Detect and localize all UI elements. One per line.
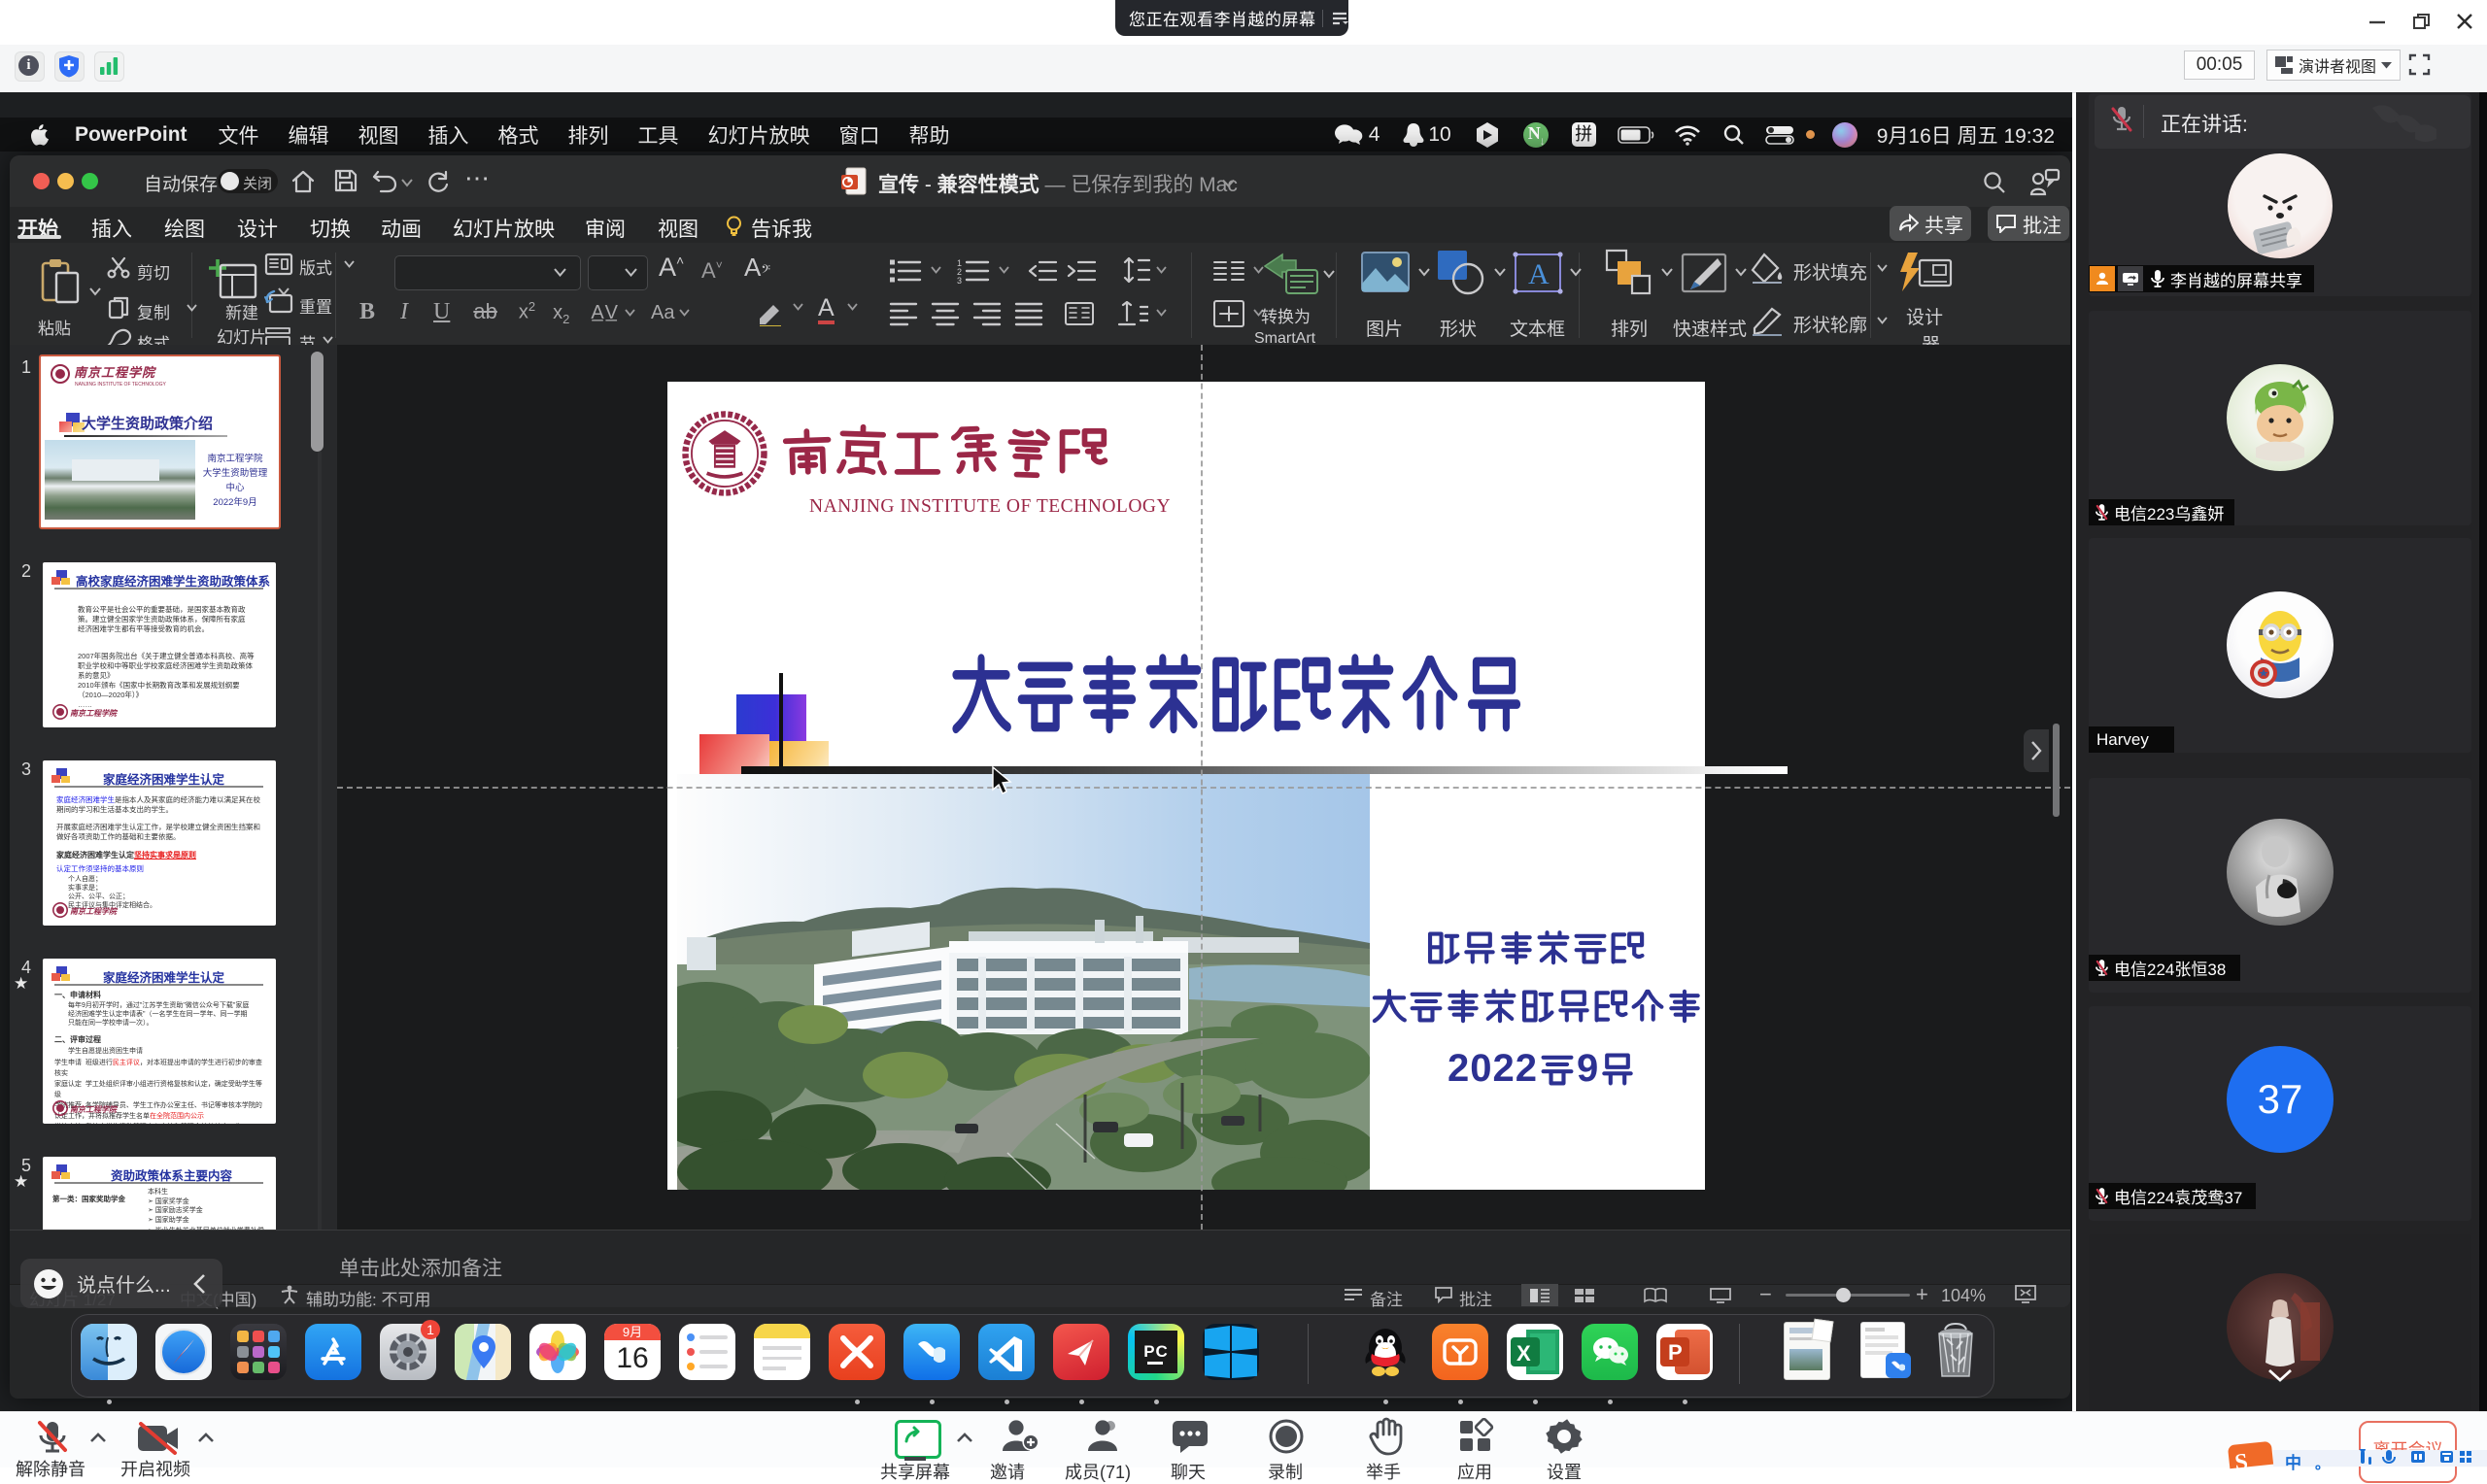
svg-text:A: A [1528, 258, 1550, 290]
svg-text:3: 3 [957, 276, 962, 284]
